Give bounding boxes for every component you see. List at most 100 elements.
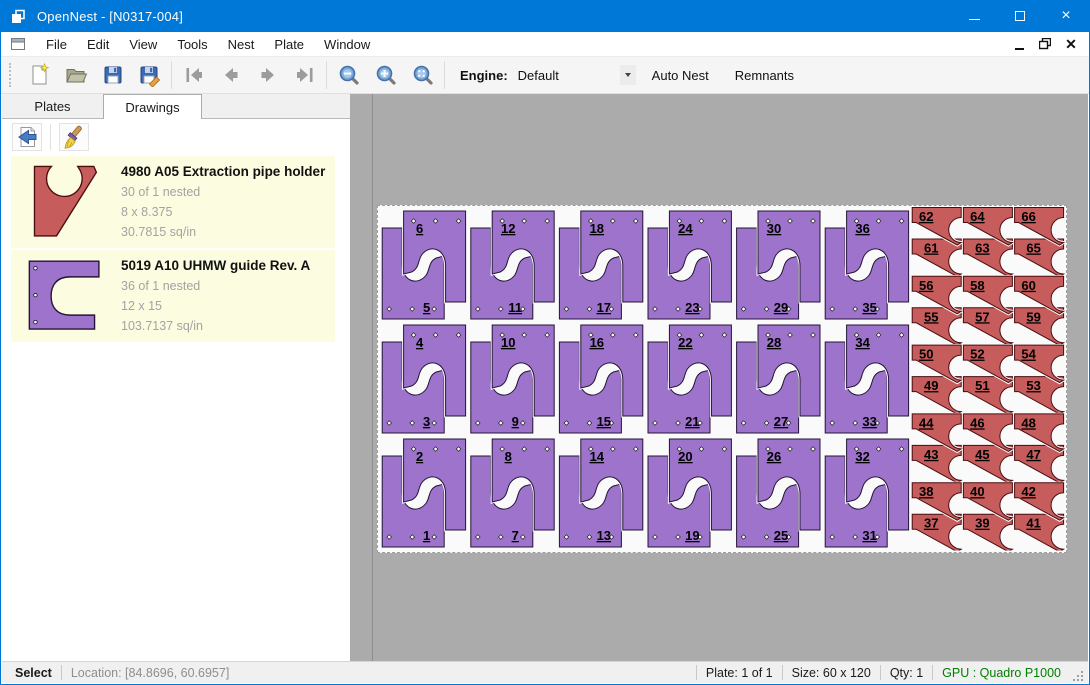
minimize-button[interactable] xyxy=(951,0,997,32)
toolbar-drag-handle[interactable] xyxy=(9,63,13,87)
svg-text:24: 24 xyxy=(678,221,693,236)
nest-part-pair-red[interactable]: 5857 xyxy=(963,276,1012,345)
nest-part-pair-red[interactable]: 5655 xyxy=(912,276,961,345)
drawing-item-extraction-pipe-holder[interactable]: 4980 A05 Extraction pipe holder 30 of 1 … xyxy=(11,156,335,248)
menu-nest[interactable]: Nest xyxy=(218,34,265,55)
tab-drawings[interactable]: Drawings xyxy=(103,94,202,119)
engine-selected-value: Default xyxy=(518,68,620,83)
app-icon xyxy=(10,8,27,25)
zoom-in-icon xyxy=(374,63,398,87)
svg-text:60: 60 xyxy=(1021,278,1035,293)
drawing-nested-count: 30 of 1 nested xyxy=(121,182,331,202)
menu-tools[interactable]: Tools xyxy=(167,34,217,55)
nest-part-pair-red[interactable]: 4039 xyxy=(963,483,1012,552)
save-as-button[interactable] xyxy=(131,59,168,91)
nest-part-pair-purple[interactable]: 1211 xyxy=(471,211,554,319)
resize-grip[interactable] xyxy=(1071,669,1085,683)
menu-view[interactable]: View xyxy=(119,34,167,55)
nest-part-pair-purple[interactable]: 65 xyxy=(382,211,465,319)
mdi-close-button[interactable]: ✕ xyxy=(1063,36,1079,52)
nest-plate[interactable]: 6512111817242330293635431091615222128273… xyxy=(377,205,1067,553)
save-button[interactable] xyxy=(94,59,131,91)
menu-edit[interactable]: Edit xyxy=(77,34,119,55)
svg-text:1: 1 xyxy=(423,528,430,543)
nest-part-pair-red[interactable]: 5453 xyxy=(1015,345,1064,414)
zoom-in-button[interactable] xyxy=(367,59,404,91)
zoom-out-button[interactable] xyxy=(330,59,367,91)
svg-text:6: 6 xyxy=(416,221,423,236)
nest-part-pair-red[interactable]: 6665 xyxy=(1015,208,1064,277)
remnants-button[interactable]: Remnants xyxy=(725,62,804,89)
drawing-size: 12 x 15 xyxy=(121,296,331,316)
svg-text:43: 43 xyxy=(924,447,938,462)
clean-button[interactable] xyxy=(59,123,89,151)
svg-text:33: 33 xyxy=(862,414,876,429)
svg-text:13: 13 xyxy=(597,528,611,543)
menu-file[interactable]: File xyxy=(36,34,77,55)
status-location: Location: [84.8696, 60.6957] xyxy=(71,666,229,680)
nest-part-pair-purple[interactable]: 109 xyxy=(471,325,554,433)
open-button[interactable] xyxy=(57,59,94,91)
nest-part-pair-red[interactable]: 3837 xyxy=(912,483,961,552)
nest-part-pair-red[interactable]: 6059 xyxy=(1015,276,1064,345)
svg-text:37: 37 xyxy=(924,516,938,531)
minimize-icon xyxy=(969,19,980,20)
nest-part-pair-red[interactable]: 4443 xyxy=(912,414,961,483)
zoom-fit-button[interactable] xyxy=(404,59,441,91)
go-previous-button[interactable] xyxy=(212,59,249,91)
new-document-icon xyxy=(27,63,51,87)
engine-dropdown-button[interactable] xyxy=(620,65,636,85)
mdi-restore-button[interactable] xyxy=(1037,36,1053,52)
import-button[interactable] xyxy=(12,123,42,151)
svg-text:4: 4 xyxy=(416,335,424,350)
engine-select[interactable]: Default xyxy=(518,63,636,87)
nest-part-pair-red[interactable]: 4645 xyxy=(963,414,1012,483)
status-separator xyxy=(932,665,933,680)
nest-part-pair-purple[interactable]: 3231 xyxy=(825,439,908,547)
maximize-button[interactable] xyxy=(997,0,1043,32)
svg-text:39: 39 xyxy=(975,516,989,531)
nest-part-pair-purple[interactable]: 2221 xyxy=(648,325,731,433)
svg-text:12: 12 xyxy=(501,221,515,236)
nest-part-pair-red[interactable]: 6261 xyxy=(912,208,961,277)
nest-part-pair-purple[interactable]: 2827 xyxy=(737,325,820,433)
auto-nest-button[interactable]: Auto Nest xyxy=(642,62,719,89)
status-mode: Select xyxy=(15,666,52,680)
close-button[interactable]: × xyxy=(1043,0,1089,32)
drawing-item-uhmw-guide[interactable]: 5019 A10 UHMW guide Rev. A 36 of 1 neste… xyxy=(11,250,335,342)
nest-part-pair-purple[interactable]: 87 xyxy=(471,439,554,547)
nest-part-pair-purple[interactable]: 1413 xyxy=(559,439,642,547)
menu-window[interactable]: Window xyxy=(314,34,380,55)
nest-part-pair-red[interactable]: 5251 xyxy=(963,345,1012,414)
svg-text:52: 52 xyxy=(970,347,984,362)
document-window-icon[interactable] xyxy=(10,36,26,52)
svg-text:25: 25 xyxy=(774,528,788,543)
nest-part-pair-purple[interactable]: 1817 xyxy=(559,211,642,319)
go-next-button[interactable] xyxy=(249,59,286,91)
go-first-button[interactable] xyxy=(175,59,212,91)
go-last-button[interactable] xyxy=(286,59,323,91)
nest-part-pair-purple[interactable]: 3635 xyxy=(825,211,908,319)
toolbar-separator xyxy=(171,61,172,89)
nest-part-pair-purple[interactable]: 2423 xyxy=(648,211,731,319)
nest-part-pair-purple[interactable]: 2019 xyxy=(648,439,731,547)
svg-text:16: 16 xyxy=(590,335,604,350)
svg-text:18: 18 xyxy=(590,221,604,236)
nest-part-pair-red[interactable]: 4241 xyxy=(1015,483,1064,552)
save-icon xyxy=(101,63,125,87)
menu-plate[interactable]: Plate xyxy=(264,34,314,55)
nest-part-pair-red[interactable]: 6463 xyxy=(963,208,1012,277)
nest-part-pair-red[interactable]: 4847 xyxy=(1015,414,1064,483)
new-button[interactable] xyxy=(20,59,57,91)
mdi-minimize-button[interactable] xyxy=(1011,36,1027,52)
nest-part-pair-purple[interactable]: 1615 xyxy=(559,325,642,433)
nest-part-pair-red[interactable]: 5049 xyxy=(912,345,961,414)
nest-part-pair-purple[interactable]: 43 xyxy=(382,325,465,433)
nest-part-pair-purple[interactable]: 3029 xyxy=(737,211,820,319)
nest-canvas[interactable]: 6512111817242330293635431091615222128273… xyxy=(350,94,1088,661)
tab-plates[interactable]: Plates xyxy=(2,96,103,118)
svg-text:49: 49 xyxy=(924,378,938,393)
nest-part-pair-purple[interactable]: 21 xyxy=(382,439,465,547)
nest-part-pair-purple[interactable]: 2625 xyxy=(737,439,820,547)
nest-part-pair-purple[interactable]: 3433 xyxy=(825,325,908,433)
